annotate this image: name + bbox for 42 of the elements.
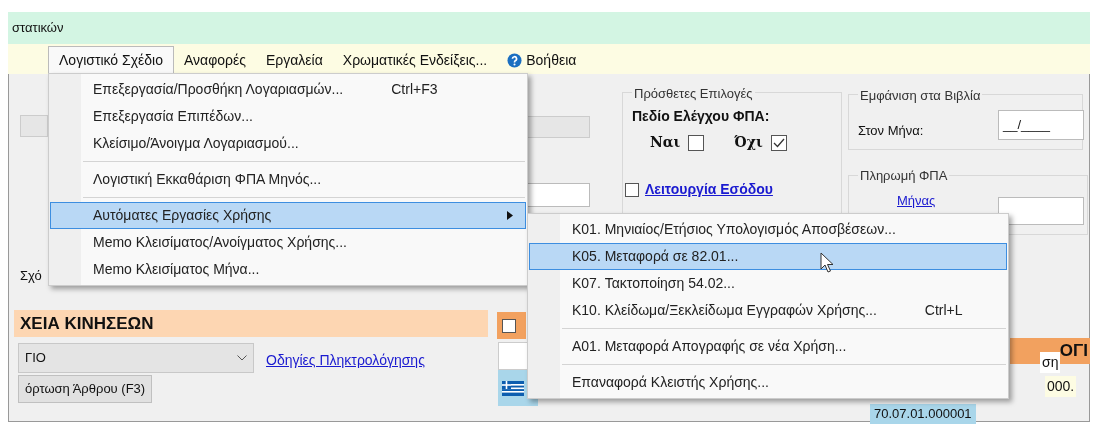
menu-item[interactable]: Κλείσιμο/Άνοιγμα Λογαριασμού... xyxy=(50,130,526,157)
menu-item[interactable]: Βοήθεια xyxy=(497,46,587,74)
checkbox[interactable] xyxy=(502,318,516,333)
submenu-arrow-icon xyxy=(507,211,513,220)
month-link[interactable]: Μήνας xyxy=(897,191,936,211)
chevron-down-icon xyxy=(237,355,247,361)
menu-item[interactable]: Αυτόματες Εργασίες Χρήσης xyxy=(50,202,526,229)
menu-item[interactable]: A01. Μεταφορά Απογραφής σε νέα Χρήση... xyxy=(529,333,1007,360)
menu-item[interactable]: Επαναφορά Κλειστής Χρήσης... xyxy=(529,369,1007,396)
load-entry-button[interactable]: όρτωση Άρθρου (F3) xyxy=(18,375,153,403)
menu-item[interactable]: Λογιστικό Σχέδιο xyxy=(48,46,174,74)
menu-item[interactable]: Επεξεργασία/Προσθήκη Λογαριασμών... Ctrl+F3 xyxy=(50,76,526,103)
combo-box[interactable]: ΓΙΟ xyxy=(18,343,254,373)
check-icon xyxy=(772,137,785,148)
window-title: στατικών xyxy=(12,19,64,38)
table-cell: 000. xyxy=(1045,376,1077,397)
income-mode-link[interactable]: Λειτουργία Εσόδου xyxy=(645,179,773,200)
menu-item[interactable]: Χρωματικές Ενδείξεις... xyxy=(332,46,498,74)
month-field[interactable]: __/____ xyxy=(998,110,1084,140)
menu-item[interactable]: K01. Μηνιαίος/Ετήσιος Υπολογισμός Αποσβέσεων... xyxy=(529,216,1007,243)
menu-item[interactable]: Επεξεργασία Επιπέδων... xyxy=(50,103,526,130)
menu-item[interactable]: K07. Τακτοποίηση 54.02... xyxy=(529,270,1007,297)
month-field[interactable] xyxy=(998,197,1084,225)
menu-item[interactable]: Λογιστική Εκκαθάριση ΦΠΑ Μηνός... xyxy=(50,166,526,193)
table-cell: 70.07.01.000001 xyxy=(870,404,976,424)
help-icon xyxy=(507,52,523,68)
menu-item[interactable]: K05. Μεταφορά σε 82.01... xyxy=(529,243,1007,270)
mouse-pointer-icon xyxy=(820,252,834,274)
option-label: Όχι xyxy=(734,133,763,152)
field-label: Σχό xyxy=(20,267,42,285)
menu-item[interactable]: K10. Κλείδωμα/Ξεκλείδωμα Εγγραφών Χρήσης... Ctrl+L xyxy=(529,297,1007,324)
menu-item[interactable]: Memo Κλεισίματος Μήνα... xyxy=(50,256,526,283)
menu-item[interactable]: Εργαλεία xyxy=(255,46,333,74)
menu-item[interactable]: Αναφορές xyxy=(173,46,256,74)
month-label: Στον Μήνα: xyxy=(858,122,924,140)
typing-help-link[interactable]: Οδηγίες Πληκτρολόγησης xyxy=(266,350,425,371)
input-field[interactable] xyxy=(20,115,48,137)
section-header: ΧΕΙΑ ΚΙΝΗΣΕΩΝ xyxy=(14,310,488,337)
option-label: Ναι xyxy=(650,133,681,152)
menu-item[interactable]: Memo Κλεισίματος/Ανοίγματος Χρήσης... xyxy=(50,229,526,256)
vat-check-label: Πεδίο Ελέγχου ΦΠΑ: xyxy=(632,107,770,126)
flag-icon xyxy=(502,380,524,396)
